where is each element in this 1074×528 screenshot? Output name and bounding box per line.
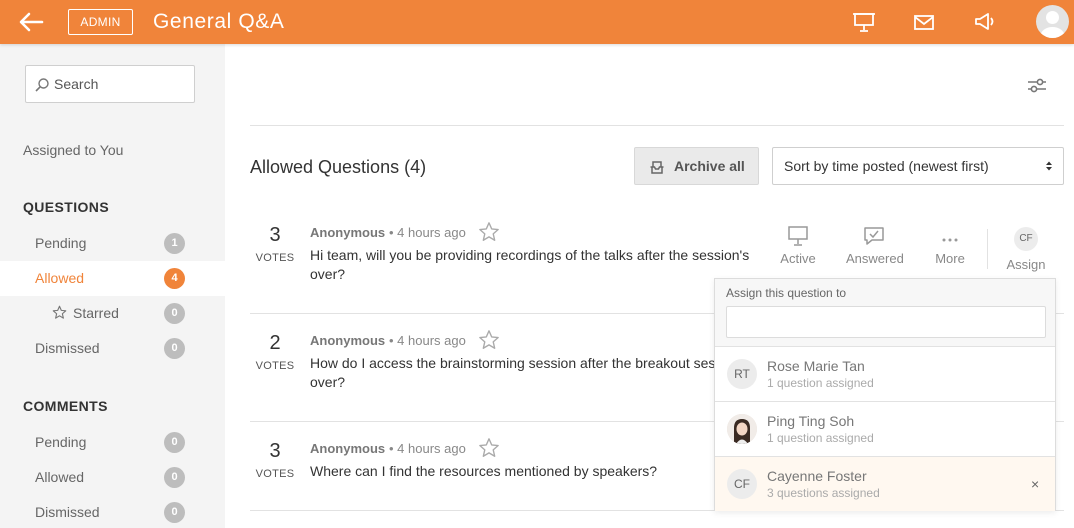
sidebar-item-comments-dismissed[interactable]: Dismissed 0 [0,495,225,528]
sidebar-item-label: Pending [35,434,87,450]
assignee-avatar: CF [1014,227,1038,251]
question-text: Hi team, will you be providing recording… [310,247,750,282]
comments-heading: COMMENTS [23,398,108,414]
sidebar-item-questions-dismissed[interactable]: Dismissed 0 [0,331,225,366]
question-time: • 4 hours ago [389,441,466,456]
top-bar: ADMIN General Q&A [0,0,1074,44]
star-icon [52,305,67,319]
question-author: Anonymous [310,225,386,240]
back-arrow-icon[interactable] [18,11,44,33]
sidebar: Assigned to You QUESTIONS Pending 1 Allo… [0,44,225,528]
mark-answered-button[interactable]: Answered [846,225,904,266]
assigned-to-you-link[interactable]: Assigned to You [23,142,123,158]
assign-button[interactable]: CF Assign [998,223,1054,272]
megaphone-icon[interactable] [973,12,997,32]
avatar: RT [727,359,757,389]
sidebar-item-label: Dismissed [35,504,100,520]
filter-settings-icon[interactable] [1026,76,1048,96]
sidebar-item-comments-pending[interactable]: Pending 0 [0,425,225,460]
question-text: How do I access the brainstorming sessio… [310,355,756,390]
count-badge: 4 [164,268,185,289]
questions-heading: QUESTIONS [23,199,110,215]
avatar [727,414,757,444]
sidebar-item-questions-starred[interactable]: Starred 0 [0,296,225,331]
question-author: Anonymous [310,333,386,348]
vote-count: 3 [269,440,281,462]
avatar: CF [727,469,757,499]
person-photo-icon [727,414,757,444]
presentation-icon [788,226,808,246]
count-badge: 0 [164,338,185,359]
admin-badge[interactable]: ADMIN [68,9,133,35]
sidebar-item-label: Pending [35,235,87,251]
star-icon[interactable] [478,329,500,351]
more-button[interactable]: More [922,225,978,266]
presentation-icon[interactable] [852,12,876,32]
assignee-option[interactable]: RT Rose Marie Tan 1 question assigned [715,346,1055,401]
assignee-name: Cayenne Foster [767,468,867,484]
vote-count: 2 [269,332,281,354]
question-time: • 4 hours ago [389,225,466,240]
assignee-count: 3 questions assigned [767,486,880,500]
search-icon [35,78,49,92]
more-dots-icon [942,238,958,242]
archive-all-label: Archive all [674,158,745,174]
answered-chat-icon [864,227,884,245]
sort-dropdown[interactable]: Sort by time posted (newest first) [772,147,1064,185]
active-label: Active [780,251,816,266]
select-arrows-icon [1046,161,1052,171]
assignee-name: Rose Marie Tan [767,358,865,374]
question-time: • 4 hours ago [389,333,466,348]
sidebar-item-label: Starred [73,305,119,321]
question-text: Where can I find the resources mentioned… [310,463,658,479]
search-box [25,65,195,103]
search-input[interactable] [54,74,189,94]
assignee-option[interactable]: Ping Ting Soh 1 question assigned [715,401,1055,456]
count-badge: 1 [164,233,185,254]
sidebar-item-comments-allowed[interactable]: Allowed 0 [0,460,225,495]
assignee-option-selected[interactable]: CF Cayenne Foster 3 questions assigned × [715,456,1055,511]
assign-search-input[interactable] [726,306,1046,338]
user-avatar[interactable] [1036,5,1069,38]
archive-all-button[interactable]: Archive all [634,147,759,185]
assignee-count: 1 question assigned [767,376,874,390]
assign-title: Assign this question to [726,286,847,300]
more-label: More [935,251,965,266]
assign-label: Assign [1006,257,1046,272]
mark-active-button[interactable]: Active [770,225,826,266]
votes-label: VOTES [255,252,295,264]
votes-label: VOTES [255,360,295,372]
votes-label: VOTES [255,468,295,480]
action-divider [987,229,988,269]
divider [250,125,1064,126]
count-badge: 0 [164,432,185,453]
count-badge: 0 [164,467,185,488]
question-author: Anonymous [310,441,386,456]
sort-selected-value: Sort by time posted (newest first) [784,158,989,174]
sidebar-item-questions-pending[interactable]: Pending 1 [0,226,225,261]
sidebar-item-label: Allowed [35,270,85,286]
vote-count: 3 [269,224,281,246]
assignee-count: 1 question assigned [767,431,874,445]
star-icon[interactable] [478,221,500,243]
sidebar-item-label: Dismissed [35,340,100,356]
page-title: General Q&A [153,10,285,33]
list-title: Allowed Questions (4) [250,157,427,177]
count-badge: 0 [164,303,185,324]
sidebar-item-label: Allowed [35,469,85,485]
answered-label: Answered [846,251,904,266]
archive-icon [650,161,664,174]
sidebar-item-questions-allowed[interactable]: Allowed 4 [0,261,225,296]
assignee-name: Ping Ting Soh [767,413,855,429]
user-silhouette-icon [1040,11,1065,38]
star-icon[interactable] [478,437,500,459]
mail-icon[interactable] [912,12,936,32]
count-badge: 0 [164,502,185,523]
remove-assignee-button[interactable]: × [1031,476,1039,492]
assign-dropdown: Assign this question to RT Rose Marie Ta… [714,278,1056,511]
